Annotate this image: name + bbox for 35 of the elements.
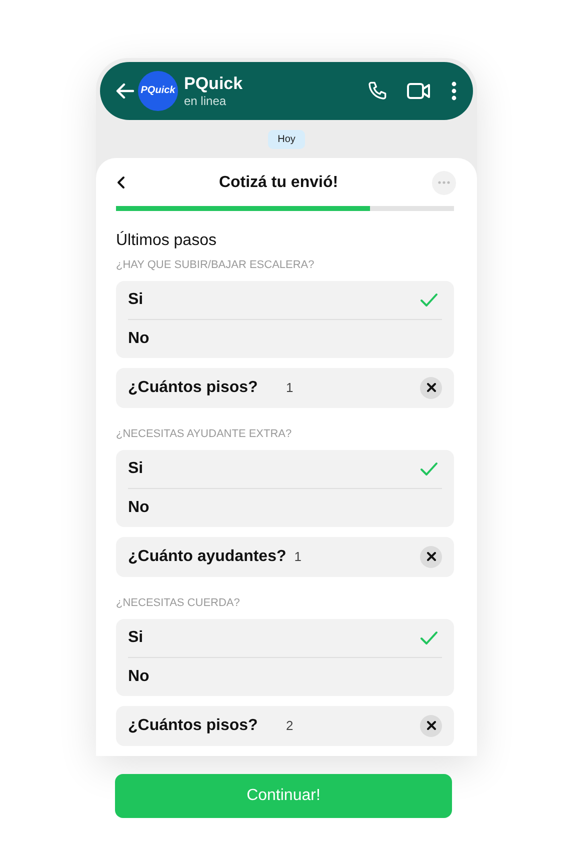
check-icon [420,630,438,645]
option-row[interactable]: No [128,656,442,696]
field-value: 1 [294,549,302,564]
contact-name: PQuick [184,74,244,94]
field-label: ¿Cuántos pisos? [128,378,259,397]
video-camera-icon[interactable] [407,82,431,100]
clear-icon[interactable] [420,546,442,568]
field-label: ¿Cuánto ayudantes? [128,548,286,566]
clear-icon[interactable] [420,714,442,737]
count-field[interactable]: ¿Cuántos pisos? 1 [116,368,454,408]
field-value: 1 [286,380,294,396]
field-label: ¿Cuántos pisos? [128,716,259,735]
phone-icon[interactable] [367,80,387,101]
date-chip: Hoy [268,130,306,149]
back-chevron-icon[interactable] [117,176,125,190]
count-field[interactable]: ¿Cuántos pisos? 2 [116,706,454,746]
field-value: 2 [286,718,294,734]
option-row[interactable]: No [128,318,442,358]
check-icon [420,462,438,476]
option-row[interactable]: Si [128,618,442,657]
count-field[interactable]: ¿Cuánto ayudantes? 1 [116,536,454,577]
question-label: ¿NECESITAS AYUDANTE EXTRA? [116,428,293,440]
check-icon [420,292,438,307]
clear-icon[interactable] [420,376,442,399]
option-row[interactable]: Si [128,280,442,319]
contact-status: en linea [184,94,228,108]
option-row[interactable]: Si [128,450,442,488]
more-options-icon[interactable] [451,80,457,101]
back-arrow-icon[interactable] [116,82,134,99]
sheet-title: Cotizá tu envió! [218,174,340,192]
avatar[interactable]: PQuick [138,70,178,111]
section-heading: Últimos pasos [116,232,218,250]
question-label: ¿NECESITAS CUERDA? [116,596,241,609]
option-row[interactable]: No [128,488,442,527]
question-label: ¿HAY QUE SUBIR/BAJAR ESCALERA? [116,258,316,271]
